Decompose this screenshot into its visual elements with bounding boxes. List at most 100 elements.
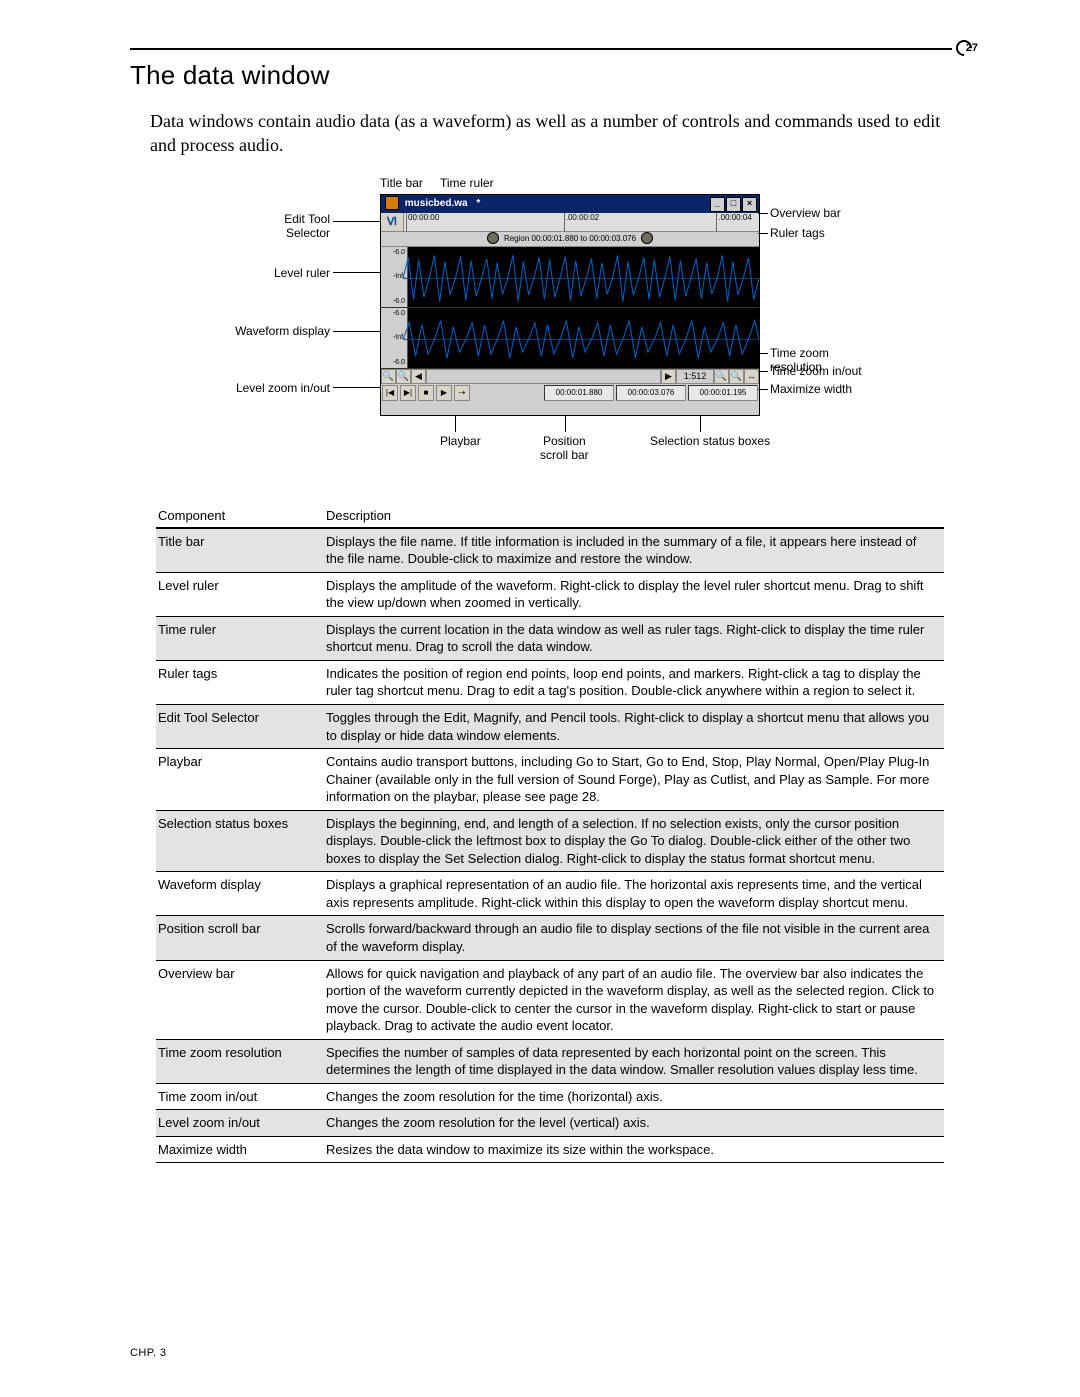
component-description: Displays the beginning, end, and length … bbox=[324, 810, 944, 872]
window-title-bar[interactable]: musicbed.wa * _ □ × bbox=[381, 195, 759, 213]
time-zoom-resolution[interactable]: 1:512 bbox=[676, 369, 714, 384]
table-row: Position scroll barScrolls forward/backw… bbox=[156, 916, 944, 960]
go-to-start-button[interactable]: |◀ bbox=[382, 385, 398, 401]
status-row: |◀ ▶| ■ ▶ ⇢ 00:00:01.880 00:00:03.076 00… bbox=[381, 384, 759, 402]
scroll-left-button[interactable]: ◀ bbox=[411, 369, 426, 384]
time-zoom-in-button[interactable]: 🔍 bbox=[714, 369, 729, 384]
component-description: Resizes the data window to maximize its … bbox=[324, 1136, 944, 1163]
component-name: Overview bar bbox=[156, 960, 324, 1039]
callout-selection-status-boxes: Selection status boxes bbox=[650, 434, 770, 448]
page-title: The data window bbox=[130, 60, 970, 91]
callout-time-zoom-inout: Time zoom in/out bbox=[770, 364, 862, 378]
position-scroll-bar[interactable] bbox=[426, 369, 661, 384]
callout-level-ruler: Level ruler bbox=[274, 266, 330, 280]
table-row: Level rulerDisplays the amplitude of the… bbox=[156, 572, 944, 616]
component-description: Displays the file name. If title informa… bbox=[324, 528, 944, 573]
time-tick: .00:00:04 bbox=[716, 213, 751, 231]
component-name: Time ruler bbox=[156, 616, 324, 660]
callout-time-ruler: Time ruler bbox=[440, 176, 494, 190]
minimize-button[interactable]: _ bbox=[710, 197, 725, 212]
component-name: Time zoom resolution bbox=[156, 1039, 324, 1083]
component-description: Allows for quick navigation and playback… bbox=[324, 960, 944, 1039]
selection-status-box[interactable]: 00:00:01.195 bbox=[688, 385, 758, 401]
component-description: Scrolls forward/backward through an audi… bbox=[324, 916, 944, 960]
time-tick: .00:00:02 bbox=[564, 213, 599, 231]
component-name: Ruler tags bbox=[156, 660, 324, 704]
component-name: Time zoom in/out bbox=[156, 1083, 324, 1110]
app-icon bbox=[385, 196, 399, 210]
component-name: Level ruler bbox=[156, 572, 324, 616]
ruler-tag-marker[interactable] bbox=[641, 232, 653, 244]
scroll-right-button[interactable]: ▶ bbox=[661, 369, 676, 384]
table-row: Maximize widthResizes the data window to… bbox=[156, 1136, 944, 1163]
table-row: Title barDisplays the file name. If titl… bbox=[156, 528, 944, 573]
component-description: Specifies the number of samples of data … bbox=[324, 1039, 944, 1083]
level-zoom-in-button[interactable]: 🔍 bbox=[381, 369, 396, 384]
selection-status-box[interactable]: 00:00:03.076 bbox=[616, 385, 686, 401]
component-description: Changes the zoom resolution for the leve… bbox=[324, 1110, 944, 1137]
component-description: Displays the amplitude of the waveform. … bbox=[324, 572, 944, 616]
callout-waveform-display: Waveform display bbox=[235, 324, 330, 338]
intro-paragraph: Data windows contain audio data (as a wa… bbox=[150, 109, 970, 158]
callout-level-zoom: Level zoom in/out bbox=[236, 381, 330, 395]
table-row: Overview barAllows for quick navigation … bbox=[156, 960, 944, 1039]
stop-button[interactable]: ■ bbox=[418, 385, 434, 401]
component-name: Level zoom in/out bbox=[156, 1110, 324, 1137]
table-row: Selection status boxesDisplays the begin… bbox=[156, 810, 944, 872]
callout-maximize-width: Maximize width bbox=[770, 382, 852, 396]
component-description: Displays the current location in the dat… bbox=[324, 616, 944, 660]
component-table: Component Description Title barDisplays … bbox=[156, 506, 944, 1164]
ruler-tag-text: Region 00:00:01.880 to 00:00:03.076 bbox=[504, 234, 636, 243]
zoom-bar: 🔍 🔍 ◀ ▶ 1:512 🔍 🔍 ↔ bbox=[381, 369, 759, 384]
time-ruler[interactable]: 00:00:00 .00:00:02 .00:00:04 bbox=[404, 213, 759, 231]
table-header-description: Description bbox=[324, 506, 944, 528]
component-name: Waveform display bbox=[156, 872, 324, 916]
table-row: Edit Tool SelectorToggles through the Ed… bbox=[156, 704, 944, 748]
maximize-width-button[interactable]: ↔ bbox=[744, 369, 759, 384]
table-row: Time zoom in/outChanges the zoom resolut… bbox=[156, 1083, 944, 1110]
data-window: musicbed.wa * _ □ × Ⅵ 00:00:00 .00:00:02… bbox=[380, 194, 760, 416]
waveform-channel bbox=[403, 247, 759, 310]
annotated-diagram: musicbed.wa * _ □ × Ⅵ 00:00:00 .00:00:02… bbox=[230, 176, 870, 476]
page-footer: CHP. 3 bbox=[130, 1347, 970, 1359]
table-row: Ruler tagsIndicates the position of regi… bbox=[156, 660, 944, 704]
window-title-text: musicbed.wa bbox=[405, 198, 468, 209]
page-number: 27 bbox=[952, 40, 978, 56]
component-description: Contains audio transport buttons, includ… bbox=[324, 749, 944, 811]
selection-status-box[interactable]: 00:00:01.880 bbox=[544, 385, 614, 401]
component-name: Title bar bbox=[156, 528, 324, 573]
close-button[interactable]: × bbox=[742, 197, 757, 212]
callout-edit-tool-selector: Edit Tool Selector bbox=[284, 212, 330, 240]
table-row: Time rulerDisplays the current location … bbox=[156, 616, 944, 660]
component-name: Maximize width bbox=[156, 1136, 324, 1163]
edit-tool-selector[interactable]: Ⅵ bbox=[381, 213, 404, 231]
ruler-tags-band[interactable]: Region 00:00:01.880 to 00:00:03.076 bbox=[381, 232, 759, 247]
component-name: Edit Tool Selector bbox=[156, 704, 324, 748]
callout-title-bar: Title bar bbox=[380, 176, 423, 190]
waveform-display[interactable]: -6.0 -Inf. -6.0 -6.0 -Inf. -6.0 bbox=[381, 247, 759, 369]
play-button[interactable]: ▶ bbox=[436, 385, 452, 401]
dirty-indicator: * bbox=[476, 195, 480, 213]
component-name: Selection status boxes bbox=[156, 810, 324, 872]
time-tick: 00:00:00 bbox=[406, 213, 439, 231]
component-name: Playbar bbox=[156, 749, 324, 811]
header-rule: 27 bbox=[130, 48, 970, 50]
go-to-end-button[interactable]: ▶| bbox=[400, 385, 416, 401]
table-row: Level zoom in/outChanges the zoom resolu… bbox=[156, 1110, 944, 1137]
level-zoom-out-button[interactable]: 🔍 bbox=[396, 369, 411, 384]
callout-position-scroll-bar: Position scroll bar bbox=[540, 434, 589, 462]
time-zoom-out-button[interactable]: 🔍 bbox=[729, 369, 744, 384]
callout-ruler-tags: Ruler tags bbox=[770, 226, 825, 240]
table-header-component: Component bbox=[156, 506, 324, 528]
table-row: PlaybarContains audio transport buttons,… bbox=[156, 749, 944, 811]
ruler-tag-marker[interactable] bbox=[487, 232, 499, 244]
play-plugin-button[interactable]: ⇢ bbox=[454, 385, 470, 401]
component-description: Indicates the position of region end poi… bbox=[324, 660, 944, 704]
component-name: Position scroll bar bbox=[156, 916, 324, 960]
table-row: Time zoom resolutionSpecifies the number… bbox=[156, 1039, 944, 1083]
callout-playbar: Playbar bbox=[440, 434, 481, 448]
waveform-channel bbox=[403, 308, 759, 371]
maximize-button[interactable]: □ bbox=[726, 197, 741, 212]
callout-overview-bar: Overview bar bbox=[770, 206, 841, 220]
footer-left: CHP. 3 bbox=[130, 1347, 166, 1359]
